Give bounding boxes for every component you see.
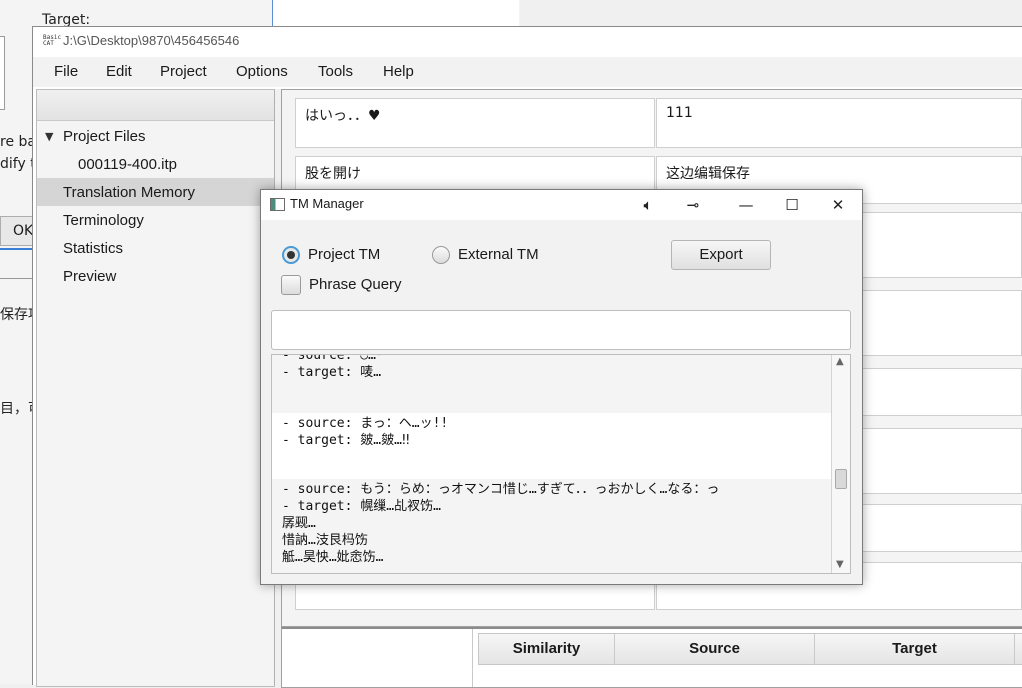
column-similarity[interactable]: Similarity	[479, 634, 615, 664]
column-source[interactable]: Source	[615, 634, 815, 664]
background-field	[0, 36, 5, 110]
speaker-icon[interactable]: 🔈︎	[633, 192, 663, 218]
ok-button[interactable]: OK	[0, 216, 34, 246]
basiccat-icon: Basic CAT	[43, 34, 62, 47]
tree-item-terminology[interactable]: Terminology	[63, 212, 144, 229]
menu-bar: File Edit Project Options Tools Help	[33, 57, 1022, 87]
tree-item-project-files[interactable]: Project Files	[63, 128, 146, 145]
phrase-query-checkbox[interactable]	[281, 275, 301, 295]
scroll-up-icon[interactable]: ▲	[836, 356, 844, 367]
match-panel: Similarity Source Target	[281, 627, 1022, 688]
close-icon[interactable]: ✕	[823, 192, 853, 218]
project-tree: ▼ Project Files 000119-400.itp Translati…	[36, 89, 275, 687]
match-info-panel	[282, 629, 473, 687]
maximize-icon[interactable]: ☐	[777, 192, 807, 218]
dialog-titlebar: TM Manager 🔈︎ ⊸ — ☐ ✕	[261, 190, 862, 220]
project-tm-label[interactable]: Project TM	[308, 246, 380, 263]
dialog-title: TM Manager	[290, 196, 364, 211]
export-button[interactable]: Export	[671, 240, 771, 270]
background-panel	[272, 0, 519, 26]
list-item[interactable]: - source: ◡…･ - target: 唛…	[272, 355, 833, 413]
external-tm-label[interactable]: External TM	[458, 246, 539, 263]
match-table-header: Similarity Source Target	[478, 633, 1022, 665]
tree-item-file[interactable]: 000119-400.itp	[78, 156, 177, 173]
tree-item-translation-memory[interactable]: Translation Memory	[63, 184, 195, 201]
column-target[interactable]: Target	[815, 634, 1015, 664]
window-icon	[270, 198, 285, 211]
expand-arrow-icon[interactable]: ▼	[45, 130, 53, 143]
menu-file[interactable]: File	[54, 63, 78, 80]
target-cell[interactable]: 111	[656, 98, 1022, 148]
menu-tools[interactable]: Tools	[318, 63, 353, 80]
list-item[interactable]: - source: まっ：ヘ…ッ!! - target: 皴…皴…‼	[272, 413, 833, 479]
tree-item-statistics[interactable]: Statistics	[63, 240, 123, 257]
menu-edit[interactable]: Edit	[106, 63, 132, 80]
window-title: J:\G\Desktop\9870\456456546	[63, 33, 240, 48]
menu-help[interactable]: Help	[383, 63, 414, 80]
minimize-icon[interactable]: —	[731, 192, 761, 218]
project-tm-radio[interactable]	[282, 246, 300, 264]
tree-item-preview[interactable]: Preview	[63, 268, 116, 285]
menu-project[interactable]: Project	[160, 63, 207, 80]
phrase-query-label[interactable]: Phrase Query	[309, 276, 402, 293]
source-cell[interactable]: はいっ．．♥	[295, 98, 655, 148]
background-separator	[0, 248, 34, 279]
scroll-down-icon[interactable]: ▼	[836, 559, 844, 570]
main-titlebar: Basic CAT J:\G\Desktop\9870\456456546	[33, 27, 1022, 57]
menu-options[interactable]: Options	[236, 63, 288, 80]
pin-icon[interactable]: ⊸	[678, 192, 708, 218]
tm-manager-dialog: TM Manager 🔈︎ ⊸ — ☐ ✕ Project TM Externa…	[260, 189, 863, 585]
results-scrollbar[interactable]: ▲ ▼	[831, 355, 850, 573]
external-tm-radio[interactable]	[432, 246, 450, 264]
tree-header	[37, 90, 274, 121]
list-item[interactable]: - source: もう：らめ：っオマンコ惜じ…すぎて．．っおかしく…なる：っ …	[272, 479, 833, 573]
query-input[interactable]	[271, 310, 851, 350]
tm-results-list[interactable]: - source: ◡…･ - target: 唛… - source: まっ：…	[271, 354, 851, 574]
scroll-thumb[interactable]	[835, 469, 847, 489]
